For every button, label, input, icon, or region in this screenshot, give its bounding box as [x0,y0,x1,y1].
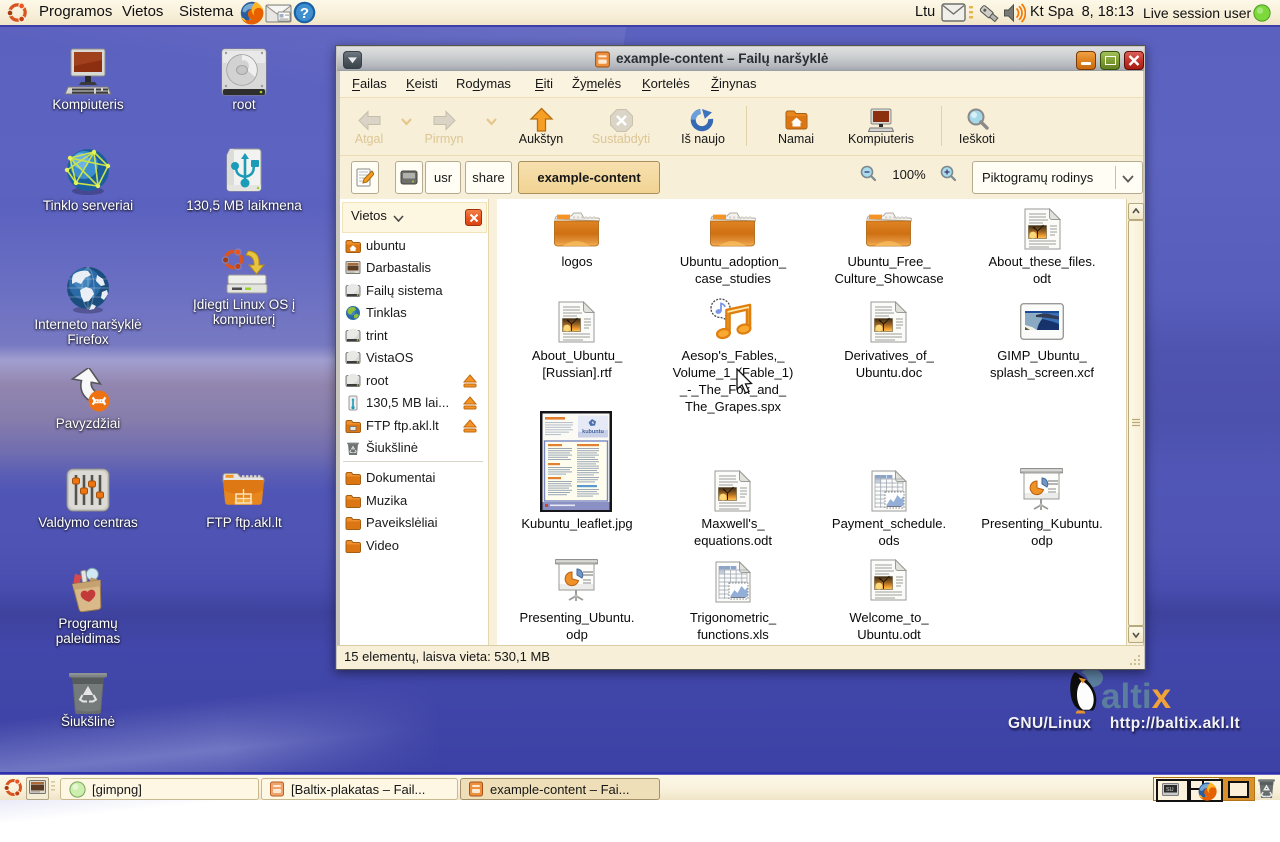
svg-text:kubuntu: kubuntu [582,429,604,435]
svg-text:altix: altix [1101,677,1172,714]
svg-text:SU: SU [1166,787,1174,793]
svg-text:?: ? [300,5,309,22]
